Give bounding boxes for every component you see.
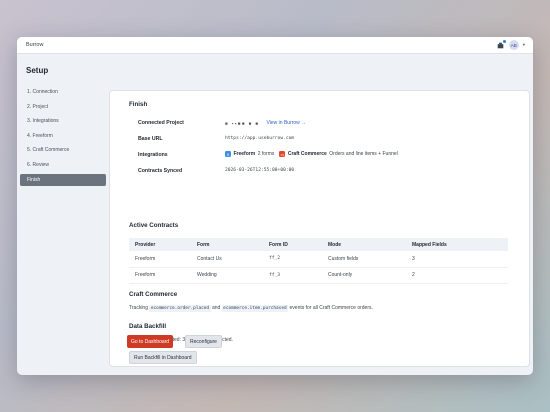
active-contracts-title: Active Contracts (129, 222, 179, 229)
avatar[interactable]: AB (508, 40, 519, 50)
craft-commerce-icon: ▭ (279, 151, 286, 157)
sidebar-item-craft-commerce[interactable]: 5. Craft Commerce (20, 144, 106, 156)
chevron-down-icon[interactable]: ▾ (523, 42, 525, 48)
column-header: Mapped Fields (406, 238, 508, 251)
integrations-label: Integrations (138, 152, 168, 158)
table-cell: ff_2 (263, 251, 322, 268)
table-cell: Wedding (191, 267, 263, 284)
connected-project-label: Connected Project (138, 120, 184, 126)
table-cell: 2 (406, 267, 508, 284)
base-url-value: https://app.useburrow.com (225, 136, 295, 141)
table-cell: Contact Us (191, 251, 263, 268)
event-code: ecommerce.order.placed (149, 305, 211, 312)
sidebar-item-integrations[interactable]: 3. Integrations (20, 115, 106, 127)
freeform-detail: 2 forms (257, 151, 275, 157)
craft-commerce-title: Craft Commerce (129, 291, 178, 298)
column-header: Form ID (263, 238, 322, 251)
data-backfill-title: Data Backfill (129, 323, 167, 330)
finish-title: Finish (129, 101, 148, 108)
sidebar-item-review[interactable]: 6. Review (20, 159, 106, 171)
top-bar: Burrow AB ▾ (17, 37, 533, 54)
freeform-name: Freeform (233, 151, 256, 157)
column-header: Provider (129, 238, 191, 251)
finish-panel: Finish Connected Project ■ ▪▪■■ ■ ■ View… (109, 90, 530, 367)
sidebar-item-project[interactable]: 2. Project (20, 101, 106, 113)
text: events for all Craft Commerce orders. (289, 305, 373, 311)
table-row: Freeform Wedding ff_3 Count-only 2 (129, 267, 508, 284)
text: Tracking (129, 305, 148, 311)
integrations-value: S Freeform 2 forms ▭ Craft Commerce Orde… (225, 151, 403, 157)
sidebar-item-connection[interactable]: 1. Connection (20, 86, 106, 98)
table-header-row: Provider Form Form ID Mode Mapped Fields (129, 238, 508, 251)
sidebar-item-freeform[interactable]: 4. Freeform (20, 130, 106, 142)
table-cell: 3 (406, 251, 508, 268)
brand-logo[interactable]: Burrow (26, 42, 43, 48)
setup-steps-sidebar: 1. Connection 2. Project 3. Integrations… (20, 86, 106, 188)
notification-dot (502, 40, 506, 43)
run-backfill-button[interactable]: Run Backfill in Dashboard (129, 351, 197, 364)
active-contracts-table: Provider Form Form ID Mode Mapped Fields… (129, 238, 508, 284)
table-cell: Freeform (129, 267, 191, 284)
craft-commerce-detail: Orders and line items + Funnel (329, 151, 398, 157)
column-header: Form (191, 238, 263, 251)
table-cell: ff_3 (263, 267, 322, 284)
contracts-synced-label: Contracts Synced (138, 168, 183, 174)
go-to-dashboard-button[interactable]: Go to Dashboard (127, 335, 174, 348)
craft-commerce-name: Craft Commerce (287, 151, 327, 157)
masked-project-id: ■ ▪▪■■ ■ ■ (225, 120, 260, 126)
app-window: Burrow AB ▾ Setup 1. Connection 2. Proje… (17, 37, 533, 375)
topbar-actions: AB ▾ (497, 40, 525, 50)
table-cell: Custom fields (322, 251, 406, 268)
notifications-icon[interactable] (497, 40, 506, 49)
freeform-icon: S (225, 151, 231, 157)
table-cell: Count-only (322, 267, 406, 284)
table-cell: Freeform (129, 251, 191, 268)
sidebar-item-finish[interactable]: Finish (20, 173, 106, 186)
base-url-label: Base URL (138, 136, 163, 142)
event-code: ecommerce.item.purchased (221, 305, 289, 312)
text: and (211, 305, 221, 311)
column-header: Mode (322, 238, 406, 251)
reconfigure-button[interactable]: Reconfigure (185, 335, 222, 348)
connected-project-value: ■ ▪▪■■ ■ ■ View in Burrow → (225, 120, 306, 126)
craft-commerce-description: Tracking ecommerce.order.placed and ecom… (129, 305, 373, 312)
page-title: Setup (26, 66, 49, 75)
table-row: Freeform Contact Us ff_2 Custom fields 3 (129, 251, 508, 268)
contracts-synced-value: 2026-03-26T12:55:08+00:00 (225, 168, 295, 173)
view-in-burrow-link[interactable]: View in Burrow → (267, 120, 307, 126)
